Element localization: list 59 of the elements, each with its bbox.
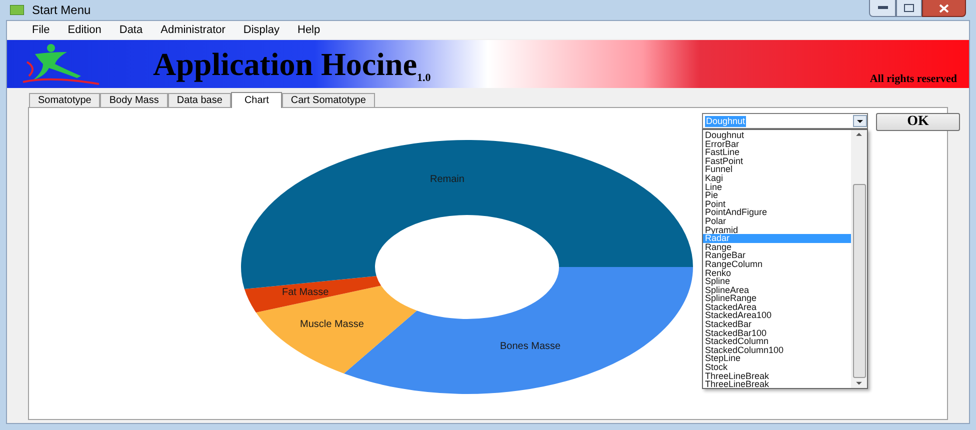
rights-label: All rights reserved bbox=[870, 72, 957, 86]
window-title: Start Menu bbox=[32, 2, 91, 19]
dropdown-option[interactable]: Kagi bbox=[703, 174, 851, 183]
close-button[interactable] bbox=[922, 0, 966, 17]
minimize-icon bbox=[878, 6, 888, 10]
dropdown-option[interactable]: ErrorBar bbox=[703, 140, 851, 148]
minimize-button[interactable] bbox=[869, 0, 896, 17]
menu-item[interactable]: Help bbox=[288, 22, 330, 38]
dropdown-option[interactable]: Doughnut bbox=[703, 131, 851, 140]
dropdown-option[interactable]: StackedArea100 bbox=[703, 311, 851, 320]
dropdown-value: Doughnut bbox=[705, 116, 746, 126]
dropdown-option[interactable]: PointAndFigure bbox=[703, 208, 851, 217]
menu-item[interactable]: Data bbox=[110, 22, 152, 38]
slice-label: Fat Masse bbox=[282, 287, 329, 298]
maximize-icon bbox=[904, 4, 914, 12]
tab[interactable]: Cart Somatotype bbox=[282, 93, 375, 107]
dropdown-option[interactable]: StackedBar100 bbox=[703, 328, 851, 338]
ok-button[interactable]: OK bbox=[876, 113, 960, 131]
scrollbar[interactable] bbox=[851, 130, 867, 388]
dropdown-option[interactable]: RangeColumn bbox=[703, 260, 851, 268]
dropdown-option[interactable]: Point bbox=[703, 200, 851, 208]
dropdown-option[interactable]: StepLine bbox=[703, 354, 851, 364]
dropdown-option[interactable]: Spline bbox=[703, 277, 851, 286]
dropdown-option[interactable]: Renko bbox=[703, 268, 851, 278]
menu-item[interactable]: Edition bbox=[58, 22, 110, 38]
dropdown-option[interactable]: SplineRange bbox=[703, 294, 851, 303]
dropdown-option[interactable]: ThreeLineBreak bbox=[703, 372, 851, 380]
menu-item[interactable]: File bbox=[23, 22, 59, 38]
version-label: 1.0 bbox=[417, 73, 431, 84]
dropdown-option[interactable]: Funnel bbox=[703, 165, 851, 174]
dropdown-option[interactable]: Range bbox=[703, 242, 851, 252]
dropdown-option[interactable]: StackedColumn bbox=[703, 337, 851, 346]
slice-label: Remain bbox=[430, 174, 464, 185]
close-icon bbox=[939, 4, 949, 12]
tab[interactable]: Somatotype bbox=[29, 93, 100, 107]
dropdown-option[interactable]: RangeBar bbox=[703, 251, 851, 260]
app-icon bbox=[10, 5, 24, 15]
menu-item[interactable]: Display bbox=[234, 22, 288, 38]
dropdown-option[interactable]: SplineArea bbox=[703, 286, 851, 294]
dropdown-option[interactable]: Polar bbox=[703, 216, 851, 226]
dropdown-option[interactable]: StackedArea bbox=[703, 302, 851, 312]
dropdown-option[interactable]: Pyramid bbox=[703, 226, 851, 234]
dropdown-option[interactable]: Line bbox=[703, 182, 851, 192]
tab[interactable]: Body Mass bbox=[100, 93, 168, 107]
maximize-button[interactable] bbox=[896, 0, 922, 17]
logo-icon bbox=[21, 42, 101, 86]
tab[interactable]: Data base bbox=[168, 93, 232, 107]
tab[interactable]: Chart bbox=[231, 92, 282, 108]
slice-label: Muscle Masse bbox=[300, 319, 364, 330]
slice-label: Bones Masse bbox=[500, 341, 561, 352]
dropdown-option[interactable]: StackedColumn100 bbox=[703, 346, 851, 354]
dropdown-option[interactable]: Stock bbox=[703, 363, 851, 372]
menu-item[interactable]: Administrator bbox=[152, 22, 234, 38]
dropdown-option[interactable]: ThreeLineBreak bbox=[703, 380, 851, 389]
dropdown-option[interactable]: FastPoint bbox=[703, 156, 851, 166]
dropdown-option[interactable]: StackedBar bbox=[703, 320, 851, 329]
dropdown-option[interactable]: Pie bbox=[703, 191, 851, 200]
app-title: Application Hocine bbox=[153, 48, 418, 80]
dropdown-option[interactable]: FastLine bbox=[703, 148, 851, 157]
